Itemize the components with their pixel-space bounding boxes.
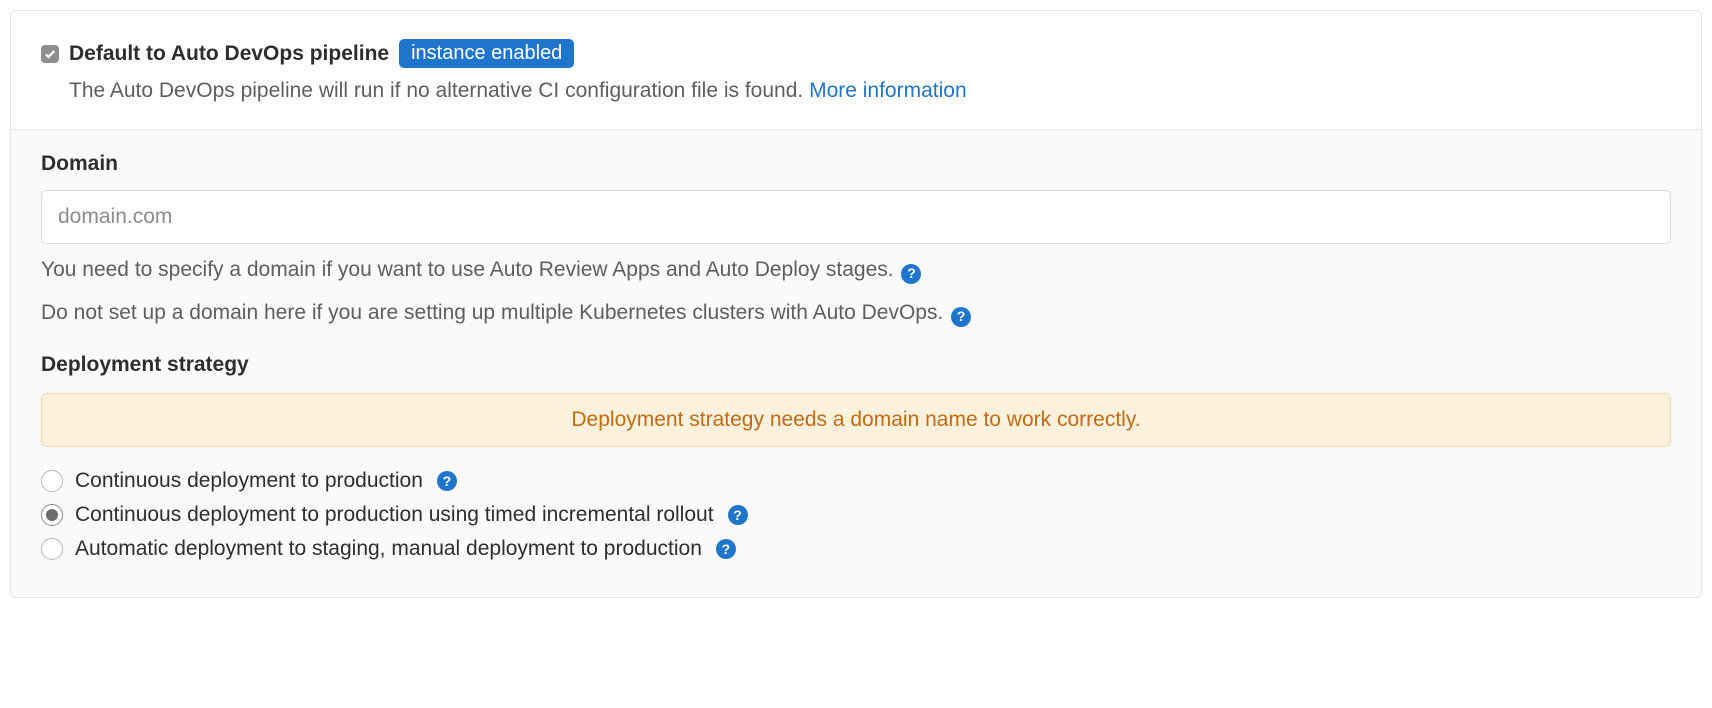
strategy-label-1[interactable]: Continuous deployment to production usin…: [75, 503, 714, 527]
check-icon: [44, 48, 56, 60]
domain-help-1-text: You need to specify a domain if you want…: [41, 258, 894, 281]
help-icon[interactable]: ?: [951, 307, 971, 327]
domain-input[interactable]: [41, 190, 1671, 244]
domain-title: Domain: [41, 152, 1671, 176]
more-information-link[interactable]: More information: [809, 79, 967, 102]
strategy-option-0: Continuous deployment to production ?: [41, 469, 1671, 493]
strategy-option-1: Continuous deployment to production usin…: [41, 503, 1671, 527]
body-section: Domain You need to specify a domain if y…: [11, 129, 1701, 597]
help-icon[interactable]: ?: [728, 505, 748, 525]
default-pipeline-checkbox[interactable]: [41, 45, 59, 63]
strategy-radio-0[interactable]: [41, 470, 63, 492]
help-icon[interactable]: ?: [716, 539, 736, 559]
strategy-label-2[interactable]: Automatic deployment to staging, manual …: [75, 537, 702, 561]
auto-devops-settings-panel: Default to Auto DevOps pipeline instance…: [10, 10, 1702, 598]
strategy-warning-alert: Deployment strategy needs a domain name …: [41, 393, 1671, 447]
header-section: Default to Auto DevOps pipeline instance…: [11, 11, 1701, 129]
header-description: The Auto DevOps pipeline will run if no …: [69, 76, 1671, 105]
default-pipeline-label: Default to Auto DevOps pipeline: [69, 42, 389, 66]
domain-help-2-text: Do not set up a domain here if you are s…: [41, 301, 943, 324]
header-description-text: The Auto DevOps pipeline will run if no …: [69, 79, 803, 102]
strategy-title: Deployment strategy: [41, 353, 1671, 377]
domain-help-2: Do not set up a domain here if you are s…: [41, 297, 1671, 330]
instance-enabled-badge: instance enabled: [399, 39, 574, 68]
strategy-radio-2[interactable]: [41, 538, 63, 560]
strategy-label-0[interactable]: Continuous deployment to production: [75, 469, 423, 493]
strategy-radio-1[interactable]: [41, 504, 63, 526]
default-pipeline-row: Default to Auto DevOps pipeline instance…: [41, 39, 1671, 68]
strategy-option-2: Automatic deployment to staging, manual …: [41, 537, 1671, 561]
help-icon[interactable]: ?: [437, 471, 457, 491]
help-icon[interactable]: ?: [901, 264, 921, 284]
domain-help-1: You need to specify a domain if you want…: [41, 254, 1671, 287]
